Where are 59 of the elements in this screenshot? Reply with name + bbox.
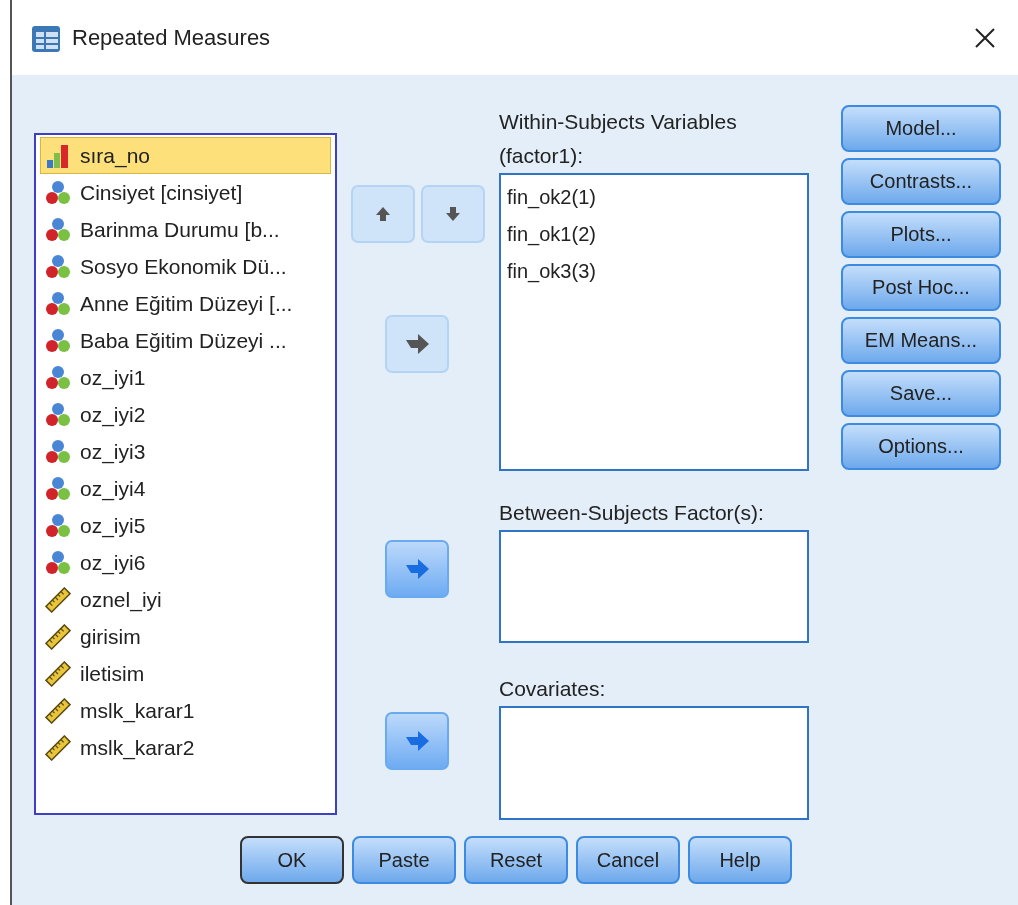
circles-icon — [45, 179, 71, 206]
close-icon[interactable] — [974, 26, 996, 49]
variable-item[interactable]: girisim — [40, 618, 331, 655]
dialog-button[interactable]: OK — [240, 836, 344, 884]
dialog-button[interactable]: EM Means... — [841, 317, 1001, 364]
move-right-button[interactable] — [385, 712, 449, 770]
dialog-button[interactable]: Options... — [841, 423, 1001, 470]
target-list[interactable] — [499, 530, 809, 643]
list-item[interactable]: fin_ok2(1) — [507, 179, 801, 216]
list-label: Between-Subjects Factor(s): — [499, 500, 765, 526]
dialog-button[interactable]: Plots... — [841, 211, 1001, 258]
circles-icon — [45, 401, 71, 428]
variable-item[interactable]: oznel_iyi — [40, 581, 331, 618]
variable-item[interactable]: sıra_no — [40, 137, 331, 174]
dialog-button[interactable]: Help — [688, 836, 792, 884]
dialog-button[interactable]: Paste — [352, 836, 456, 884]
window-title: Repeated Measures — [72, 24, 272, 51]
circles-icon — [45, 364, 71, 391]
variable-item[interactable]: Sosyo Ekonomik Dü... — [40, 248, 331, 285]
move-right-button[interactable] — [385, 540, 449, 598]
bar-chart-icon — [45, 142, 71, 169]
list-item[interactable]: fin_ok3(3) — [507, 253, 801, 290]
dialog-button[interactable]: Cancel — [576, 836, 680, 884]
circles-icon — [45, 290, 71, 317]
dialog-button[interactable]: Save... — [841, 370, 1001, 417]
variable-item[interactable]: iletisim — [40, 655, 331, 692]
right-arrow-icon — [403, 557, 431, 581]
dialog-button[interactable]: Reset — [464, 836, 568, 884]
variable-item[interactable]: oz_iyi1 — [40, 359, 331, 396]
variable-item[interactable]: oz_iyi5 — [40, 507, 331, 544]
variable-item[interactable]: Cinsiyet [cinsiyet] — [40, 174, 331, 211]
variable-item[interactable]: oz_iyi2 — [40, 396, 331, 433]
circles-icon — [45, 216, 71, 243]
right-arrow-icon — [403, 332, 431, 356]
list-label: Within-Subjects Variables — [499, 109, 738, 135]
dialog-button[interactable]: Contrasts... — [841, 158, 1001, 205]
variable-item[interactable]: mslk_karar2 — [40, 729, 331, 766]
variable-item[interactable]: oz_iyi6 — [40, 544, 331, 581]
variable-item[interactable]: oz_iyi4 — [40, 470, 331, 507]
circles-icon — [45, 438, 71, 465]
right-arrow-icon — [403, 729, 431, 753]
circles-icon — [45, 327, 71, 354]
variable-item[interactable]: Barinma Durumu [b... — [40, 211, 331, 248]
list-item[interactable]: fin_ok1(2) — [507, 216, 801, 253]
variable-item[interactable]: Anne Eğitim Düzeyi [... — [40, 285, 331, 322]
circles-icon — [45, 253, 71, 280]
target-list[interactable] — [499, 706, 809, 820]
list-label: Covariates: — [499, 676, 607, 702]
dialog-button[interactable]: Post Hoc... — [841, 264, 1001, 311]
circles-icon — [45, 549, 71, 576]
circles-icon — [45, 475, 71, 502]
target-list[interactable]: fin_ok2(1) fin_ok1(2) fin_ok3(3) — [499, 173, 809, 471]
variable-item[interactable]: oz_iyi3 — [40, 433, 331, 470]
list-label: (factor1): — [499, 143, 585, 169]
circles-icon — [45, 512, 71, 539]
variable-list[interactable] — [34, 133, 337, 815]
variable-item[interactable]: Baba Eğitim Düzeyi ... — [40, 322, 331, 359]
dialog-button[interactable]: Model... — [841, 105, 1001, 152]
variable-item[interactable]: mslk_karar1 — [40, 692, 331, 729]
